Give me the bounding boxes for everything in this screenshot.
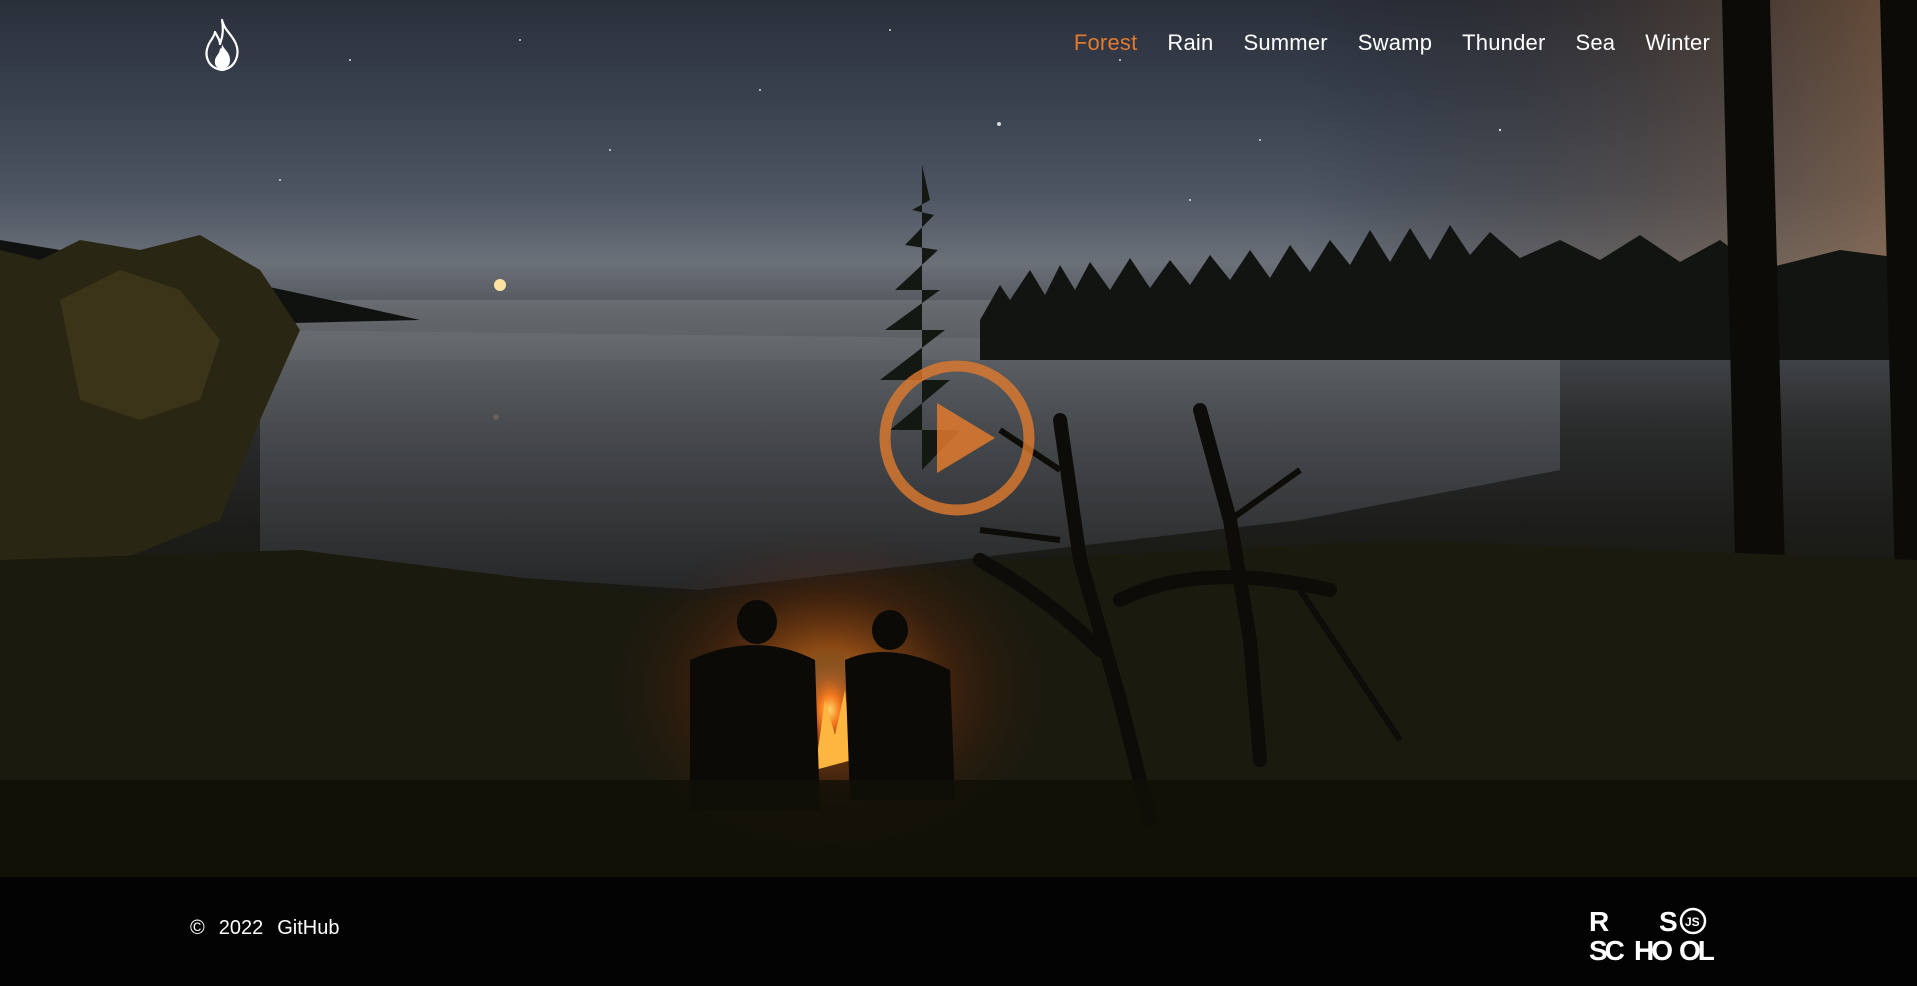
site-footer: © 2022 GitHub R S SC HO OL JS xyxy=(0,877,1917,986)
footer-info: © 2022 GitHub xyxy=(190,917,340,940)
nav-item-swamp[interactable]: Swamp xyxy=(1358,30,1432,56)
rs-logo-js: JS xyxy=(1685,915,1700,929)
nav-item-forest[interactable]: Forest xyxy=(1074,30,1138,56)
main-nav: Forest Rain Summer Swamp Thunder Sea Win… xyxy=(1044,30,1710,56)
flame-icon[interactable] xyxy=(202,18,242,72)
rs-school-logo[interactable]: R S SC HO OL JS xyxy=(1589,904,1729,964)
play-icon xyxy=(879,360,1035,516)
nav-item-summer[interactable]: Summer xyxy=(1243,30,1327,56)
rs-logo-letter-s: S xyxy=(1659,906,1678,937)
rs-logo-ol: OL xyxy=(1679,935,1715,964)
copyright-year: 2022 xyxy=(218,917,264,939)
site-header: Forest Rain Summer Swamp Thunder Sea Win… xyxy=(0,0,1917,90)
nav-item-winter[interactable]: Winter xyxy=(1645,30,1710,56)
nav-item-sea[interactable]: Sea xyxy=(1575,30,1615,56)
github-link[interactable]: GitHub xyxy=(277,917,339,940)
nav-item-thunder[interactable]: Thunder xyxy=(1462,30,1545,56)
copyright-symbol: © xyxy=(190,917,205,939)
page: Forest Rain Summer Swamp Thunder Sea Win… xyxy=(0,0,1917,986)
play-button[interactable] xyxy=(877,358,1037,518)
rs-logo-sc: SC xyxy=(1589,935,1625,964)
nav-item-rain[interactable]: Rain xyxy=(1167,30,1213,56)
rs-logo-letter-r: R xyxy=(1589,906,1609,937)
rs-logo-ho: HO xyxy=(1634,935,1672,964)
